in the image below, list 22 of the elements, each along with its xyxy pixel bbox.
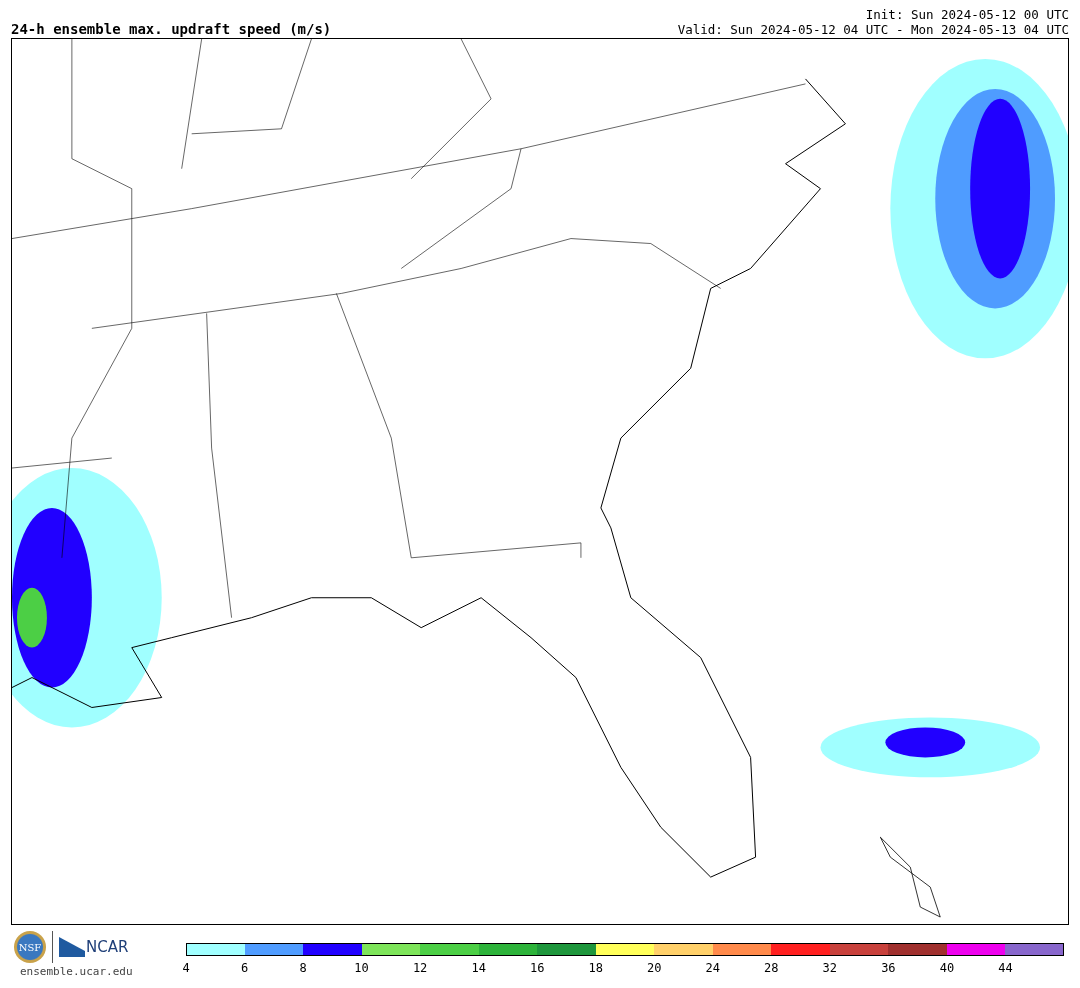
scale-label: 32 [822,961,838,975]
init-time: Init: Sun 2024-05-12 00 UTC [865,7,1069,22]
scale-label: 28 [764,961,779,975]
scale-label: 40 [939,961,955,975]
swoosh-icon [59,937,85,957]
scale-label: 12 [412,961,428,975]
scale-label: 20 [647,961,662,975]
scale-label: 14 [471,961,486,975]
scale-label: 8 [299,961,307,975]
scale-label: 10 [354,961,369,975]
scale-label: 18 [588,961,603,975]
nsf-logo: NSF [14,931,46,963]
scale-label: 24 [705,961,720,975]
scale-label: 36 [881,961,896,975]
scale-label: 16 [529,961,545,975]
scale-label: 4 [182,961,190,975]
valid-time: Valid: Sun 2024-05-12 04 UTC - Mon 2024-05-13 04 UTC [677,22,1069,37]
scale-label: 6 [240,961,249,975]
site-url: ensemble.ucar.edu [20,965,133,978]
scale-label: 44 [998,961,1013,975]
chart-title: 24-h ensemble max. updraft speed (m/s) [11,21,332,37]
ncar-logo: NCAR [86,938,129,956]
